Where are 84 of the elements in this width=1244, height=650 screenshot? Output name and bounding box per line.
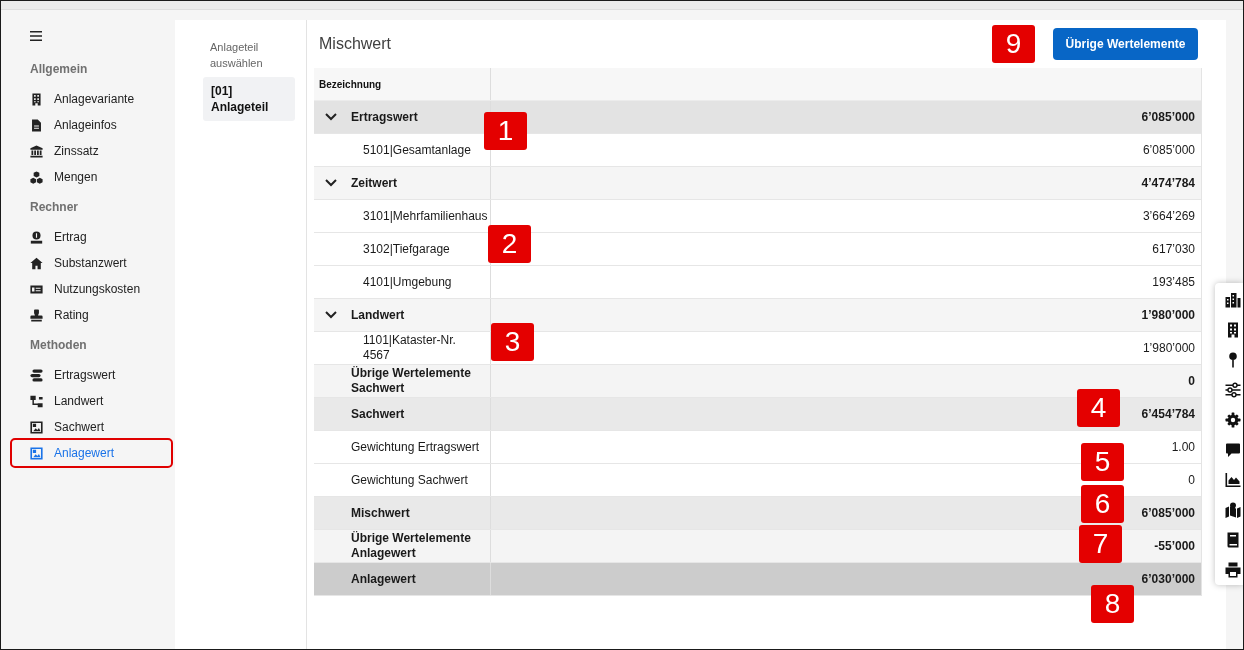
sidebar-item[interactable]: Landwert	[10, 388, 173, 414]
row-value: 6’085’000	[1141, 109, 1195, 125]
book-icon[interactable]	[1225, 532, 1241, 548]
row-value: 6’085’000	[1141, 505, 1195, 521]
section-title: Allgemein	[30, 61, 88, 77]
row-label: Übrige Wertelemente Anlagewert	[351, 531, 472, 561]
coins-icon	[30, 368, 43, 382]
column-header: Bezeichnung	[319, 77, 382, 92]
row-label: Zeitwert	[351, 175, 397, 191]
building-icon	[30, 92, 43, 106]
row-value: 1’980’000	[1141, 307, 1195, 323]
picture-frame-icon	[30, 446, 43, 460]
row-label: Gewichtung Sachwert	[351, 472, 468, 488]
area-chart-icon[interactable]	[1225, 472, 1241, 488]
picture-frame-icon	[30, 420, 43, 434]
section-title: Rechner	[30, 199, 79, 215]
speech-bubble-icon[interactable]	[1225, 442, 1241, 458]
row-value: 1’980’000	[1142, 340, 1195, 356]
row-value: 3’664’269	[1142, 208, 1195, 224]
callout-number: 1	[484, 112, 527, 150]
row-label: Mischwert	[351, 505, 410, 521]
callout-number: 5	[1081, 443, 1124, 481]
diagram-icon	[30, 394, 43, 408]
callout-number: 2	[488, 225, 531, 263]
row-label: 3101|Mehrfamilienhaus	[363, 208, 488, 224]
file-icon	[30, 118, 43, 132]
row-label: 3102|Tiefgarage	[363, 241, 450, 257]
chevron-down-icon[interactable]	[325, 311, 337, 319]
callout-number: 3	[491, 323, 534, 361]
row-label: 1101|Kataster-Nr. 4567	[363, 333, 457, 363]
callout-number: 4	[1077, 389, 1120, 427]
sidebar-item[interactable]: Anlagewert	[10, 438, 173, 468]
row-label: Landwert	[351, 307, 405, 323]
sidebar-item[interactable]: Ertragswert	[10, 362, 173, 388]
print-icon[interactable]	[1225, 562, 1241, 578]
cubes-icon	[30, 170, 43, 184]
row-label: Übrige Wertelemente Sachwert	[351, 366, 472, 396]
map-marker-icon[interactable]	[1225, 502, 1241, 518]
row-value: 0	[1188, 373, 1195, 389]
bank-icon	[30, 144, 43, 158]
building-icon[interactable]	[1225, 322, 1241, 338]
callout-number: 9	[992, 25, 1035, 63]
sidebar-item[interactable]: Nutzungskosten	[10, 276, 173, 302]
row-value: 617’030	[1152, 241, 1195, 257]
chevron-down-icon[interactable]	[325, 179, 337, 187]
row-label: Sachwert	[351, 406, 405, 422]
buildings-icon[interactable]	[1225, 292, 1241, 308]
row-label: Gewichtung Ertragswert	[351, 439, 480, 455]
row-value: -55’000	[1154, 538, 1195, 554]
row-value: 6’085’000	[1142, 142, 1195, 158]
row-value: 0	[1188, 472, 1195, 488]
sliders-icon[interactable]	[1225, 382, 1241, 398]
panel-title: Anlageteil auswählen	[210, 40, 264, 71]
other-elements-button[interactable]: Übrige Wertelemente	[1053, 28, 1198, 60]
row-label: Anlagewert	[351, 571, 416, 587]
callout-number: 8	[1091, 585, 1134, 623]
part-item[interactable]: [01] Anlageteil	[203, 77, 295, 121]
sidebar-item[interactable]: Mengen	[10, 164, 173, 190]
row-label: Ertragswert	[351, 109, 418, 125]
row-value: 6’030’000	[1141, 571, 1195, 587]
page-title: Mischwert	[318, 34, 391, 54]
row-label: 4101|Umgebung	[363, 274, 452, 290]
menu-icon[interactable]	[30, 31, 42, 41]
sidebar-item[interactable]: Ertrag	[10, 224, 173, 250]
callout-number: 7	[1079, 525, 1122, 563]
chevron-down-icon[interactable]	[325, 113, 337, 121]
sidebar-item[interactable]: Zinssatz	[10, 138, 173, 164]
row-value: 4’474’784	[1141, 175, 1195, 191]
callout-number: 6	[1081, 485, 1124, 523]
card-icon	[30, 282, 43, 296]
row-value: 193’485	[1152, 274, 1195, 290]
sidebar-item[interactable]: Rating	[10, 302, 173, 328]
sidebar-item[interactable]: Sachwert	[10, 414, 173, 440]
coin-icon	[30, 230, 43, 244]
sidebar-item[interactable]: Anlagevariante	[10, 86, 173, 112]
sidebar-item[interactable]: Substanzwert	[10, 250, 173, 276]
section-title: Methoden	[30, 337, 87, 353]
row-label: 5101|Gesamtanlage	[363, 142, 471, 158]
stamp-icon	[30, 308, 43, 322]
row-value: 6’454’784	[1141, 406, 1195, 422]
home-icon	[30, 256, 43, 270]
sidebar-item[interactable]: Anlageinfos	[10, 112, 173, 138]
row-value: 1.00	[1171, 439, 1195, 455]
settings-icon[interactable]	[1225, 412, 1241, 428]
